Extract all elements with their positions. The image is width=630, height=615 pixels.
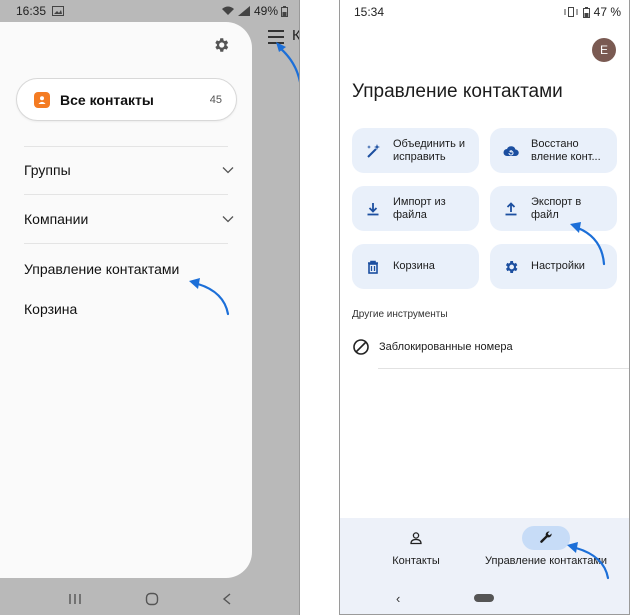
home-handle-icon[interactable] bbox=[474, 594, 494, 602]
chevron-down-icon bbox=[222, 216, 234, 223]
blocked-numbers-label: Заблокированные номера bbox=[379, 341, 513, 353]
upload-icon bbox=[505, 201, 517, 215]
all-contacts-label: Все контакты bbox=[60, 91, 154, 108]
page-title: Управление контактами bbox=[352, 81, 563, 102]
left-phone: 16:35 49% К Все контакты 45 Группы Компа… bbox=[0, 0, 300, 615]
status-time: 15:34 bbox=[354, 5, 385, 19]
person-icon bbox=[410, 532, 422, 545]
drawer-item-label: Компании bbox=[24, 211, 89, 227]
trash-tile[interactable]: Корзина bbox=[352, 244, 479, 289]
tile-label: Восстано вление конт... bbox=[531, 137, 601, 163]
section-heading: Другие инструменты bbox=[352, 309, 448, 320]
screenshot-collage: 16:35 49% К Все контакты 45 Группы Компа… bbox=[0, 0, 630, 615]
magic-wand-icon bbox=[367, 143, 380, 158]
home-icon[interactable] bbox=[145, 592, 159, 606]
tile-label: Импорт из файла bbox=[393, 195, 446, 221]
wifi-icon bbox=[221, 6, 234, 15]
merge-fix-tile[interactable]: Объединить и исправить bbox=[352, 128, 479, 173]
import-file-tile[interactable]: Импорт из файла bbox=[352, 186, 479, 231]
drawer-item-companies[interactable]: Компании bbox=[24, 211, 234, 227]
gear-icon[interactable] bbox=[212, 36, 230, 54]
cloud-restore-icon bbox=[503, 145, 519, 156]
right-phone: 15:34 47 % E Управление контактами Объед… bbox=[339, 0, 630, 615]
battery-percent: 49% bbox=[253, 4, 278, 18]
pointer-arrow bbox=[567, 542, 610, 580]
back-icon[interactable]: ‹ bbox=[396, 591, 400, 606]
wrench-icon bbox=[540, 531, 552, 543]
bottom-nav-pill-active bbox=[522, 526, 571, 550]
divider bbox=[24, 146, 228, 147]
tile-label: Объединить и исправить bbox=[393, 137, 465, 163]
bottom-nav-label: Контакты bbox=[392, 555, 440, 567]
chevron-down-icon bbox=[222, 167, 234, 174]
divider bbox=[24, 243, 228, 244]
bottom-nav-contacts[interactable]: Контакты bbox=[392, 526, 440, 567]
all-contacts-count: 45 bbox=[209, 93, 222, 106]
block-icon bbox=[353, 339, 369, 355]
image-notification-icon bbox=[52, 6, 65, 16]
system-nav-bar bbox=[0, 582, 299, 615]
drawer-item-label: Группы bbox=[24, 162, 71, 178]
vibrate-icon bbox=[564, 7, 578, 17]
signal-icon bbox=[237, 6, 250, 16]
divider bbox=[24, 194, 228, 195]
pointer-arrow bbox=[189, 278, 230, 316]
divider bbox=[378, 368, 629, 369]
system-nav-bar: ‹ bbox=[340, 582, 629, 614]
bottom-nav-pill bbox=[392, 526, 440, 550]
all-contacts-button[interactable]: Все контакты 45 bbox=[16, 78, 237, 121]
settings-icon bbox=[505, 260, 518, 273]
pointer-arrow bbox=[276, 42, 299, 83]
trash-icon bbox=[368, 260, 378, 274]
blocked-numbers-item[interactable]: Заблокированные номера bbox=[352, 338, 513, 356]
contacts-app-icon bbox=[34, 91, 50, 108]
battery-percent: 47 % bbox=[593, 5, 621, 19]
status-bar: 15:34 47 % bbox=[340, 0, 629, 24]
status-time: 16:35 bbox=[16, 4, 47, 18]
restore-tile[interactable]: Восстано вление конт... bbox=[490, 128, 617, 173]
pointer-arrow bbox=[570, 222, 606, 266]
recent-apps-icon[interactable] bbox=[68, 593, 82, 605]
avatar[interactable]: E bbox=[592, 38, 616, 62]
tile-label: Корзина bbox=[393, 260, 435, 272]
back-icon[interactable] bbox=[222, 592, 232, 605]
battery-icon bbox=[281, 5, 288, 17]
battery-icon bbox=[582, 6, 590, 18]
drawer-item-groups[interactable]: Группы bbox=[24, 162, 234, 178]
download-icon bbox=[367, 202, 379, 215]
status-bar: 16:35 49% bbox=[0, 0, 299, 22]
